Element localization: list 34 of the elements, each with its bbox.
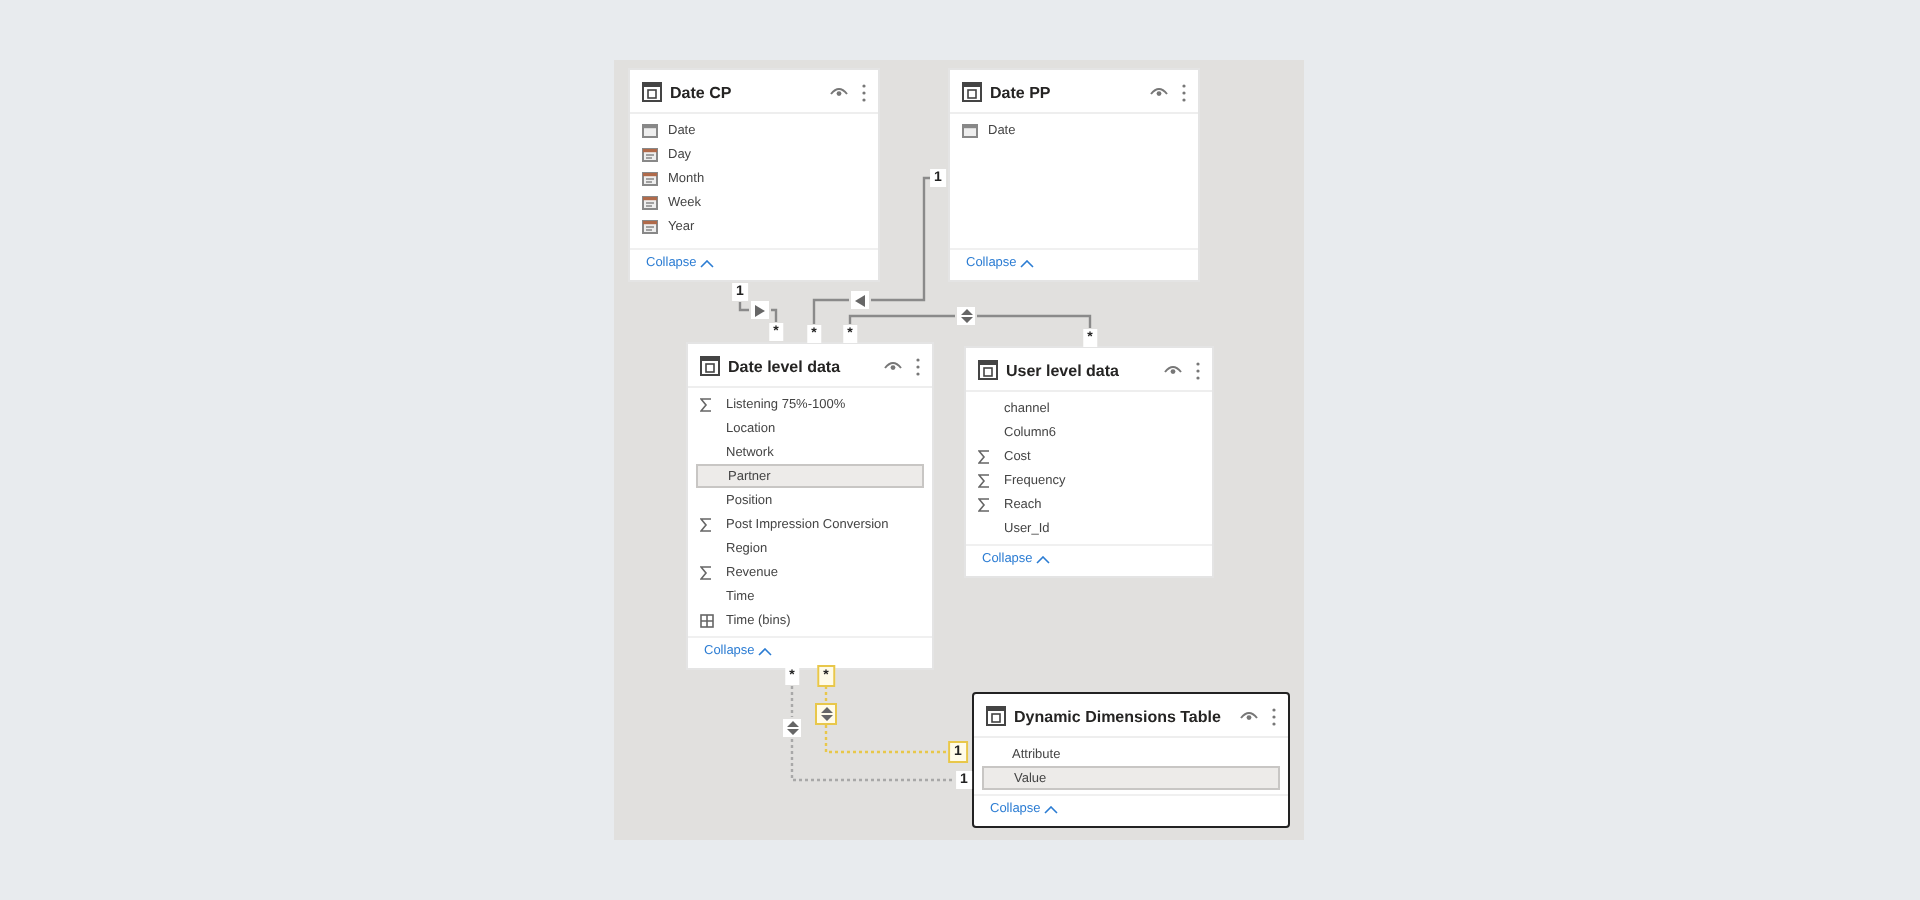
calendar-icon: [962, 123, 978, 137]
grid-icon: [700, 613, 714, 627]
table-icon: [700, 356, 720, 376]
sigma-icon: [700, 565, 712, 579]
eye-icon[interactable]: [830, 86, 848, 98]
date-hierarchy-icon: [642, 147, 658, 161]
chevron-up-icon: [1036, 556, 1051, 564]
relationship-line[interactable]: [871, 176, 930, 302]
date-hierarchy-icon: [642, 195, 658, 209]
eye-icon[interactable]: [884, 360, 902, 372]
table-icon: [986, 706, 1006, 726]
table-title: Date PP: [990, 83, 1053, 101]
relationship-line[interactable]: [812, 298, 849, 324]
table-icon: [962, 82, 982, 102]
table-title: Dynamic Dimensions Table: [1014, 707, 1223, 725]
table-icon: [978, 360, 998, 380]
calendar-icon: [642, 123, 658, 137]
table-title: Date level data: [728, 357, 843, 375]
sigma-icon: [700, 517, 712, 531]
chevron-up-icon: [1044, 806, 1059, 814]
date-hierarchy-icon: [642, 171, 658, 185]
chevron-up-icon: [758, 648, 773, 656]
eye-icon[interactable]: [1164, 364, 1182, 376]
date-hierarchy-icon: [642, 219, 658, 233]
table-title: User level data: [1006, 361, 1121, 379]
relationship-line[interactable]: [977, 314, 1092, 328]
relationship-line[interactable]: [848, 314, 955, 324]
chevron-up-icon: [1020, 260, 1035, 268]
chevron-up-icon: [700, 260, 715, 268]
eye-icon[interactable]: [1240, 710, 1258, 722]
sigma-icon: [700, 397, 712, 411]
eye-icon[interactable]: [1150, 86, 1168, 98]
table-title: Date CP: [670, 83, 734, 101]
table-icon: [642, 82, 662, 102]
